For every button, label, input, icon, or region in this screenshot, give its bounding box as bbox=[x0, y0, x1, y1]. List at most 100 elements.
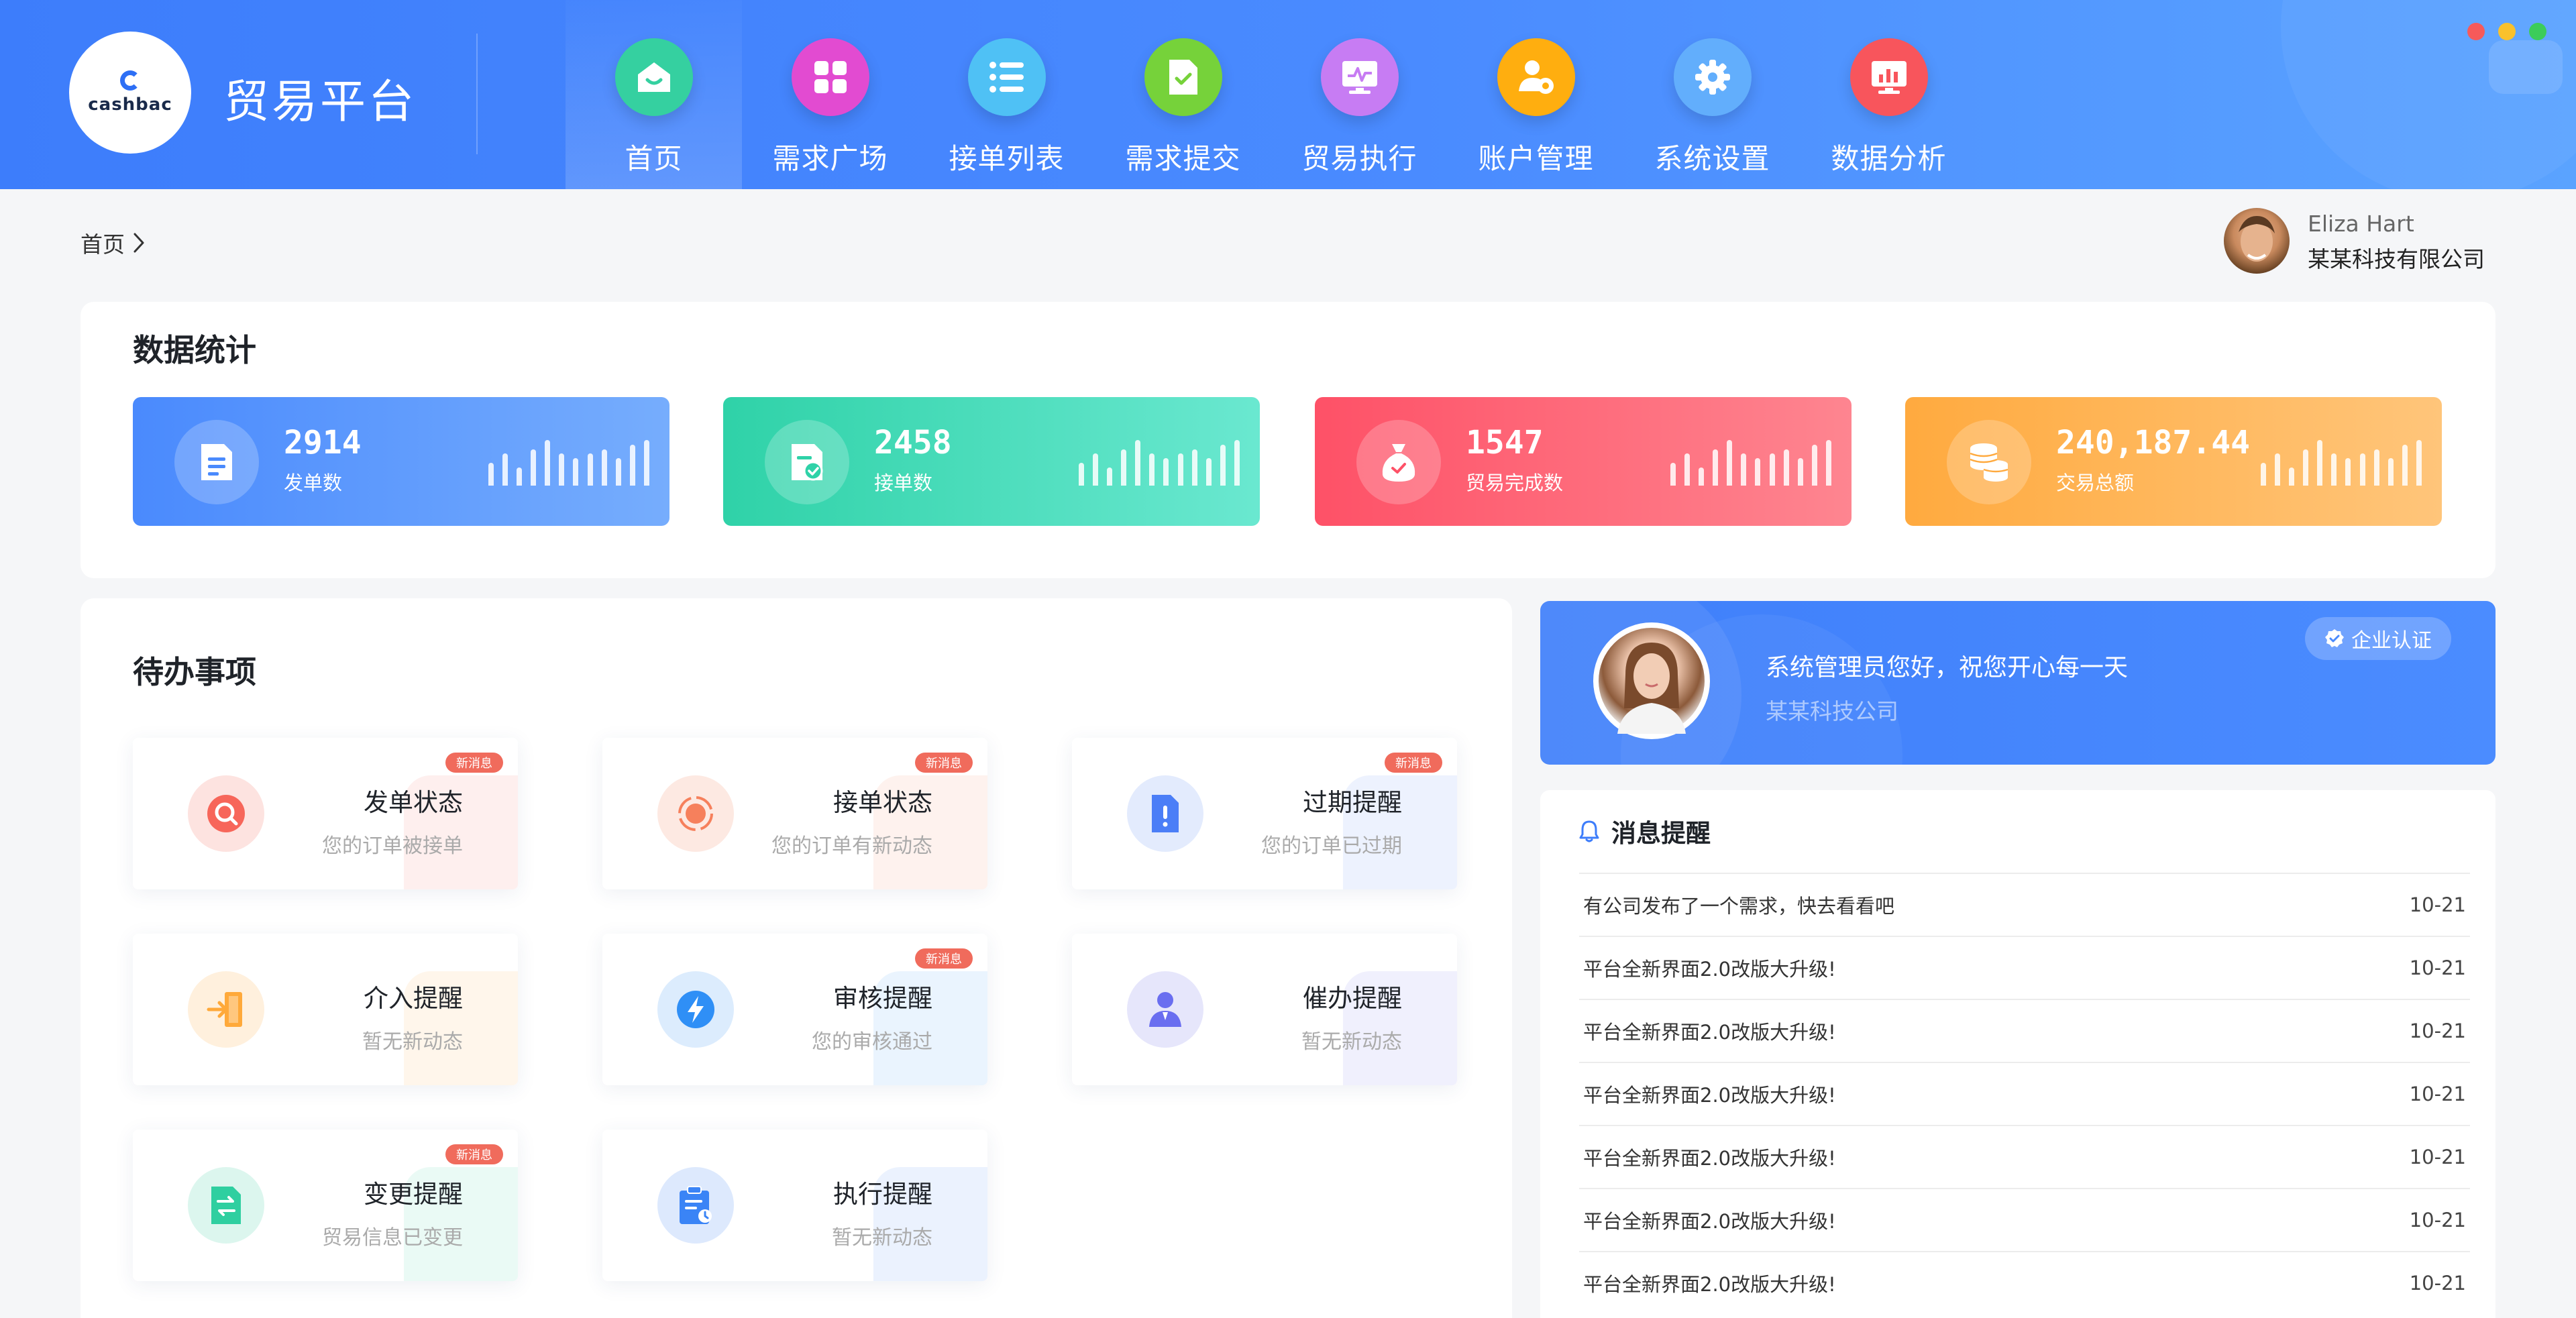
message-row[interactable]: 平台全新界面2.0改版大升级! 10-21 bbox=[1579, 1188, 2470, 1251]
nav-item-system-settings[interactable]: 系统设置 bbox=[1624, 0, 1801, 189]
message-date: 10-21 bbox=[2409, 1083, 2466, 1105]
mini-bar bbox=[2289, 468, 2295, 486]
mini-bar bbox=[2331, 453, 2337, 486]
stat-card-transaction-total[interactable]: 240,187.44 交易总额 bbox=[1905, 397, 2442, 526]
search-icon bbox=[188, 775, 264, 852]
message-row[interactable]: 平台全新界面2.0改版大升级! 10-21 bbox=[1579, 1251, 2470, 1314]
todo-card-expiry-reminder[interactable]: 过期提醒 您的订单已过期 新消息 bbox=[1072, 738, 1457, 889]
todo-card-review-reminder[interactable]: 审核提醒 您的审核通过 新消息 bbox=[602, 934, 987, 1085]
todo-card-urge-reminder[interactable]: 催办提醒 暂无新动态 bbox=[1072, 934, 1457, 1085]
mini-bar bbox=[1811, 445, 1817, 486]
nav-item-order-list[interactable]: 接单列表 bbox=[918, 0, 1095, 189]
stat-value: 240,187.44 bbox=[2056, 424, 2250, 461]
todo-subtitle: 暂无新动态 bbox=[1301, 1030, 1402, 1054]
nav-item-data-analysis[interactable]: 数据分析 bbox=[1801, 0, 1977, 189]
money-bag-icon bbox=[1356, 420, 1441, 504]
mini-bar bbox=[545, 440, 551, 486]
todo-card-intervention-reminder[interactable]: 介入提醒 暂无新动态 bbox=[133, 934, 518, 1085]
document-check-icon bbox=[765, 420, 849, 504]
stat-card-orders-issued[interactable]: 2914 发单数 bbox=[133, 397, 669, 526]
clipboard-icon bbox=[657, 1167, 734, 1244]
nav-item-submit-demand[interactable]: 需求提交 bbox=[1095, 0, 1271, 189]
todo-title: 介入提醒 bbox=[364, 984, 463, 1013]
target-icon bbox=[657, 775, 734, 852]
avatar[interactable] bbox=[2224, 208, 2290, 274]
message-text: 平台全新界面2.0改版大升级! bbox=[1583, 1021, 1836, 1044]
mini-bar bbox=[2387, 458, 2394, 486]
todo-card-accept-status[interactable]: 接单状态 您的订单有新动态 新消息 bbox=[602, 738, 987, 889]
todo-card-execution-reminder[interactable]: 执行提醒 暂无新动态 bbox=[602, 1130, 987, 1281]
mini-bar bbox=[1093, 453, 1099, 486]
analytics-icon bbox=[1849, 38, 1928, 116]
nav-item-account-management[interactable]: 账户管理 bbox=[1448, 0, 1624, 189]
minimize-window-button[interactable] bbox=[2498, 23, 2516, 40]
message-text: 平台全新界面2.0改版大升级! bbox=[1583, 1084, 1836, 1107]
message-row[interactable]: 平台全新界面2.0改版大升级! 10-21 bbox=[1579, 1125, 2470, 1188]
enterprise-certification-badge[interactable]: 企业认证 bbox=[2305, 617, 2451, 660]
nav-label: 需求提交 bbox=[1125, 142, 1241, 175]
message-row[interactable]: 有公司发布了一个需求，快去看看吧 10-21 bbox=[1579, 873, 2470, 936]
nav-label: 需求广场 bbox=[772, 142, 888, 175]
mini-bar bbox=[1234, 440, 1240, 486]
lightning-icon bbox=[657, 971, 734, 1048]
person-icon bbox=[1127, 971, 1203, 1048]
nav-item-demand-square[interactable]: 需求广场 bbox=[742, 0, 918, 189]
message-text: 平台全新界面2.0改版大升级! bbox=[1583, 1273, 1836, 1296]
header-divider bbox=[476, 34, 478, 154]
mini-bar bbox=[2373, 449, 2379, 486]
home-icon bbox=[614, 38, 693, 116]
mini-bar bbox=[2317, 440, 2323, 486]
mini-bar bbox=[573, 458, 579, 486]
app-logo[interactable]: cashbac bbox=[69, 32, 191, 154]
todo-title: 审核提醒 bbox=[833, 984, 932, 1013]
stat-value: 1547 bbox=[1466, 424, 1544, 461]
mini-bar bbox=[1220, 445, 1226, 486]
nav-item-home[interactable]: 首页 bbox=[566, 0, 742, 189]
mini-bar bbox=[1755, 458, 1761, 486]
admin-avatar[interactable] bbox=[1593, 622, 1710, 739]
nav-label: 接单列表 bbox=[949, 142, 1065, 175]
mini-bar bbox=[601, 449, 607, 486]
message-text: 平台全新界面2.0改版大升级! bbox=[1583, 1147, 1836, 1170]
stat-mini-bars bbox=[488, 439, 649, 486]
mini-bar bbox=[1670, 463, 1676, 486]
stat-card-orders-received[interactable]: 2458 接单数 bbox=[723, 397, 1260, 526]
message-row[interactable]: 平台全新界面2.0改版大升级! 10-21 bbox=[1579, 936, 2470, 999]
breadcrumb-home[interactable]: 首页 bbox=[80, 227, 125, 259]
new-message-badge: 新消息 bbox=[915, 753, 973, 773]
message-row[interactable]: 平台全新界面2.0改版大升级! 10-21 bbox=[1579, 1062, 2470, 1125]
new-message-badge: 新消息 bbox=[445, 1144, 503, 1164]
user-profile[interactable]: Eliza Hart 某某科技有限公司 bbox=[2224, 208, 2485, 274]
mini-bar bbox=[1727, 440, 1733, 486]
todo-title: 执行提醒 bbox=[833, 1180, 932, 1209]
todo-subtitle: 您的订单有新动态 bbox=[771, 834, 932, 858]
gear-icon bbox=[1673, 38, 1752, 116]
bell-icon bbox=[1579, 820, 1599, 842]
message-row[interactable]: 平台全新界面2.0改版大升级! 10-21 bbox=[1579, 999, 2470, 1062]
mini-bar bbox=[587, 453, 593, 486]
message-text: 平台全新界面2.0改版大升级! bbox=[1583, 958, 1836, 981]
stat-card-trades-completed[interactable]: 1547 贸易完成数 bbox=[1315, 397, 1851, 526]
top-header: cashbac 贸易平台 首页 需求广场 接单列表 需求提交 贸易执行 账户管理… bbox=[0, 0, 2576, 189]
logo-mark-icon bbox=[120, 70, 140, 91]
todo-card-issue-status[interactable]: 发单状态 您的订单被接单 新消息 bbox=[133, 738, 518, 889]
mini-bar bbox=[2275, 453, 2281, 486]
mini-bar bbox=[615, 458, 621, 486]
todo-card-change-reminder[interactable]: 变更提醒 贸易信息已变更 新消息 bbox=[133, 1130, 518, 1281]
maximize-window-button[interactable] bbox=[2529, 23, 2546, 40]
grid-icon bbox=[791, 38, 869, 116]
nav-item-trade-execution[interactable]: 贸易执行 bbox=[1271, 0, 1448, 189]
mini-bar bbox=[1177, 453, 1183, 486]
message-text: 有公司发布了一个需求，快去看看吧 bbox=[1583, 895, 1895, 918]
mini-bar bbox=[1205, 458, 1212, 486]
welcome-card: 系统管理员您好，祝您开心每一天 某某科技公司 企业认证 bbox=[1540, 601, 2496, 765]
new-message-badge: 新消息 bbox=[445, 753, 503, 773]
message-date: 10-21 bbox=[2409, 893, 2466, 916]
stat-mini-bars bbox=[1670, 439, 1831, 486]
mini-bar bbox=[1121, 449, 1127, 486]
mini-bar bbox=[2261, 463, 2266, 486]
nav-label: 首页 bbox=[625, 142, 683, 175]
close-window-button[interactable] bbox=[2467, 23, 2485, 40]
certification-label: 企业认证 bbox=[2351, 629, 2432, 653]
messages-title: 消息提醒 bbox=[1611, 819, 1711, 848]
